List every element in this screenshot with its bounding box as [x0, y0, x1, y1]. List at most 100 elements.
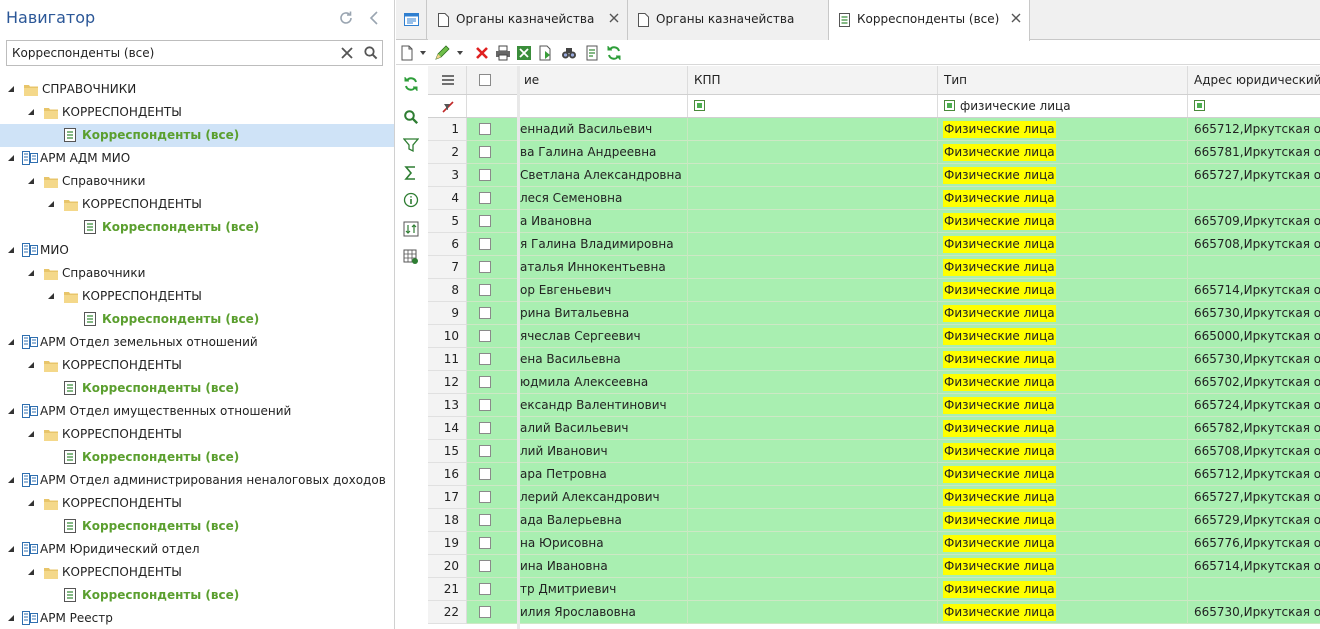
row-checkbox[interactable]	[479, 146, 491, 158]
cell-address[interactable]: 665708,Иркутская об	[1188, 233, 1320, 256]
expand-arrow-icon[interactable]	[8, 339, 14, 345]
new-dropdown-icon[interactable]	[420, 51, 426, 55]
cell-kpp[interactable]	[688, 164, 938, 187]
expand-arrow-icon[interactable]	[28, 569, 34, 575]
tree-node[interactable]: АРМ Отдел имущественных отношений	[0, 400, 394, 423]
cell-address[interactable]: 665727,Иркутская об	[1188, 164, 1320, 187]
row-checkbox[interactable]	[479, 399, 491, 411]
cell-address[interactable]: 665714,Иркутская об	[1188, 279, 1320, 302]
cell-name[interactable]: юдмила Алексеевна	[518, 371, 688, 394]
card-view-icon[interactable]	[584, 45, 600, 61]
cell-address[interactable]: 665776,Иркутская об	[1188, 532, 1320, 555]
cell-type[interactable]: Физические лица	[938, 210, 1188, 233]
tree-node[interactable]: КОРРЕСПОНДЕНТЫ	[0, 561, 394, 584]
row-select-cell[interactable]	[467, 141, 518, 164]
row-checkbox[interactable]	[479, 284, 491, 296]
cell-name[interactable]: рина Витальевна	[518, 302, 688, 325]
cell-name[interactable]: еннадий Васильевич	[518, 118, 688, 141]
tree-node[interactable]: АРМ Отдел земельных отношений	[0, 331, 394, 354]
table-row[interactable]: 7 аталья Иннокентьевна Физические лица	[428, 256, 1320, 279]
row-select-cell[interactable]	[467, 440, 518, 463]
cell-name[interactable]: Светлана Александровна	[518, 164, 688, 187]
cell-kpp[interactable]	[688, 486, 938, 509]
row-select-cell[interactable]	[467, 187, 518, 210]
column-menu[interactable]	[428, 66, 467, 94]
cell-kpp[interactable]	[688, 302, 938, 325]
row-checkbox[interactable]	[479, 560, 491, 572]
cell-type[interactable]: Физические лица	[938, 118, 1188, 141]
table-row[interactable]: 20 ина Ивановна Физические лица 665714,Ирку…	[428, 555, 1320, 578]
filter-cell-name[interactable]	[518, 95, 688, 117]
cell-kpp[interactable]	[688, 532, 938, 555]
cell-kpp[interactable]	[688, 256, 938, 279]
row-select-cell[interactable]	[467, 486, 518, 509]
filter-cell-address[interactable]	[1188, 95, 1320, 117]
tree-node[interactable]: КОРРЕСПОНДЕНТЫ	[0, 285, 394, 308]
row-checkbox[interactable]	[479, 514, 491, 526]
row-checkbox[interactable]	[479, 491, 491, 503]
tree-node[interactable]: КОРРЕСПОНДЕНТЫ	[0, 101, 394, 124]
cell-name[interactable]: тр Дмитриевич	[518, 578, 688, 601]
cell-type[interactable]: Физические лица	[938, 302, 1188, 325]
table-row[interactable]: 19 на Юрисовна Физические лица 665776,Иркут…	[428, 532, 1320, 555]
tree-node[interactable]: АРМ Юридический отдел	[0, 538, 394, 561]
cell-kpp[interactable]	[688, 440, 938, 463]
tree-node[interactable]: АРМ Отдел администрирования неналоговых …	[0, 469, 394, 492]
table-row[interactable]: 5 а Ивановна Физические лица 665709,Иркутск…	[428, 210, 1320, 233]
cell-kpp[interactable]	[688, 394, 938, 417]
table-row[interactable]: 21 тр Дмитриевич Физические лица	[428, 578, 1320, 601]
search-icon[interactable]	[403, 109, 419, 125]
table-row[interactable]: 18 ада Валерьевна Физические лица 665729,Ир…	[428, 509, 1320, 532]
table-row[interactable]: 2 ва Галина Андреевна Физические лица 66578…	[428, 141, 1320, 164]
row-checkbox[interactable]	[479, 606, 491, 618]
new-document-icon[interactable]	[399, 45, 415, 61]
cell-kpp[interactable]	[688, 348, 938, 371]
search-icon[interactable]	[363, 45, 379, 61]
find-binoculars-icon[interactable]	[561, 45, 577, 61]
table-row[interactable]: 14 алий Васильевич Физические лица 665782,И…	[428, 417, 1320, 440]
row-select-cell[interactable]	[467, 210, 518, 233]
table-row[interactable]: 10 ячеслав Сергеевич Физические лица 665000…	[428, 325, 1320, 348]
table-settings-icon[interactable]	[403, 249, 419, 265]
cell-address[interactable]: 665709,Иркутская об	[1188, 210, 1320, 233]
navigator-search-input[interactable]	[12, 44, 332, 62]
cell-address[interactable]: 665724,Иркутская об	[1188, 394, 1320, 417]
sort-icon[interactable]	[403, 221, 419, 237]
edit-pencil-icon[interactable]	[434, 45, 450, 61]
sum-icon[interactable]	[403, 165, 419, 181]
expand-arrow-icon[interactable]	[8, 615, 14, 621]
cell-kpp[interactable]	[688, 187, 938, 210]
cell-address[interactable]: 665712,Иркутская об	[1188, 118, 1320, 141]
cell-address[interactable]	[1188, 256, 1320, 279]
cell-address[interactable]: 665000,Иркутская об	[1188, 325, 1320, 348]
cell-type[interactable]: Физические лица	[938, 486, 1188, 509]
close-icon[interactable]	[1010, 12, 1022, 24]
cell-kpp[interactable]	[688, 210, 938, 233]
table-row[interactable]: 13 ександр Валентинович Физические лица 665…	[428, 394, 1320, 417]
header-select-all[interactable]	[467, 66, 518, 94]
tree-node[interactable]: Справочники	[0, 262, 394, 285]
cell-name[interactable]: ячеслав Сергеевич	[518, 325, 688, 348]
cell-kpp[interactable]	[688, 509, 938, 532]
tree-node[interactable]: КОРРЕСПОНДЕНТЫ	[0, 354, 394, 377]
row-checkbox[interactable]	[479, 307, 491, 319]
table-row[interactable]: 16 ара Петровна Физические лица 665712,Ирку…	[428, 463, 1320, 486]
row-select-cell[interactable]	[467, 302, 518, 325]
column-header-name[interactable]: ие	[518, 66, 688, 94]
cell-type[interactable]: Физические лица	[938, 532, 1188, 555]
cell-name[interactable]: а Ивановна	[518, 210, 688, 233]
tree-node[interactable]: Корреспонденты (все)	[0, 515, 394, 538]
cell-type[interactable]: Физические лица	[938, 233, 1188, 256]
row-select-cell[interactable]	[467, 509, 518, 532]
expand-arrow-icon[interactable]	[8, 408, 14, 414]
tree-node[interactable]: Корреспонденты (все)	[0, 216, 394, 239]
select-all-checkbox[interactable]	[479, 74, 491, 86]
cell-kpp[interactable]	[688, 279, 938, 302]
row-checkbox[interactable]	[479, 261, 491, 273]
cell-kpp[interactable]	[688, 233, 938, 256]
tree-node[interactable]: Корреспонденты (все)	[0, 308, 394, 331]
tree-node[interactable]: АРМ АДМ МИО	[0, 147, 394, 170]
cell-address[interactable]	[1188, 187, 1320, 210]
refresh-icon[interactable]	[338, 10, 354, 26]
cell-type[interactable]: Физические лица	[938, 141, 1188, 164]
